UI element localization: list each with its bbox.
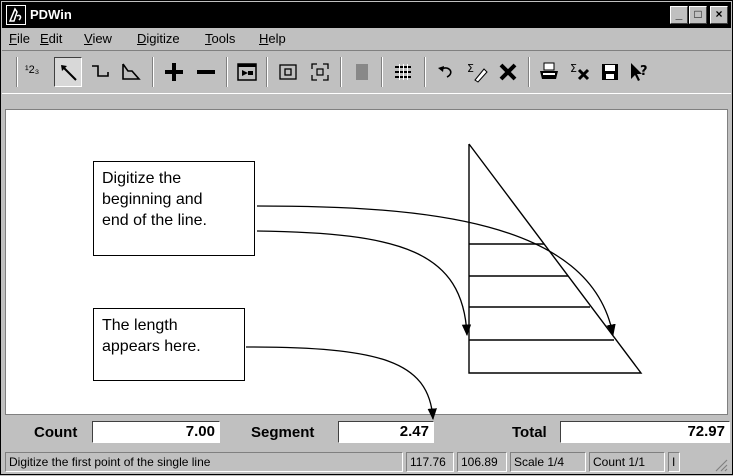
status-count: Count 1/1 — [589, 452, 665, 472]
status-bar: Digitize the first point of the single l… — [2, 450, 731, 474]
status-x-coordinate: 117.76 — [406, 452, 454, 472]
pdwin-window: PDWin _ □ × File Edit View Digitize Tool… — [0, 0, 733, 475]
segment-value: 2.47 — [338, 421, 434, 443]
status-extra: I — [668, 452, 680, 472]
status-y-coordinate: 106.89 — [457, 452, 507, 472]
status-scale: Scale 1/4 — [510, 452, 586, 472]
drawing-overlay — [245, 143, 643, 421]
count-value: 7.00 — [92, 421, 220, 443]
total-label: Total — [512, 424, 547, 441]
total-value: 72.97 — [560, 421, 730, 443]
arrow-to-segment — [245, 346, 437, 421]
segment-label: Segment — [251, 424, 315, 441]
resize-grip-icon[interactable] — [712, 456, 728, 472]
arrow-to-line-start — [256, 230, 472, 337]
measurement-bar: Count 7.00 Segment 2.47 Total 72.97 — [2, 419, 731, 445]
triangle-drawing — [468, 143, 643, 374]
count-label: Count — [34, 424, 78, 441]
arrow-to-line-end — [256, 205, 616, 337]
status-message: Digitize the first point of the single l… — [5, 452, 403, 472]
